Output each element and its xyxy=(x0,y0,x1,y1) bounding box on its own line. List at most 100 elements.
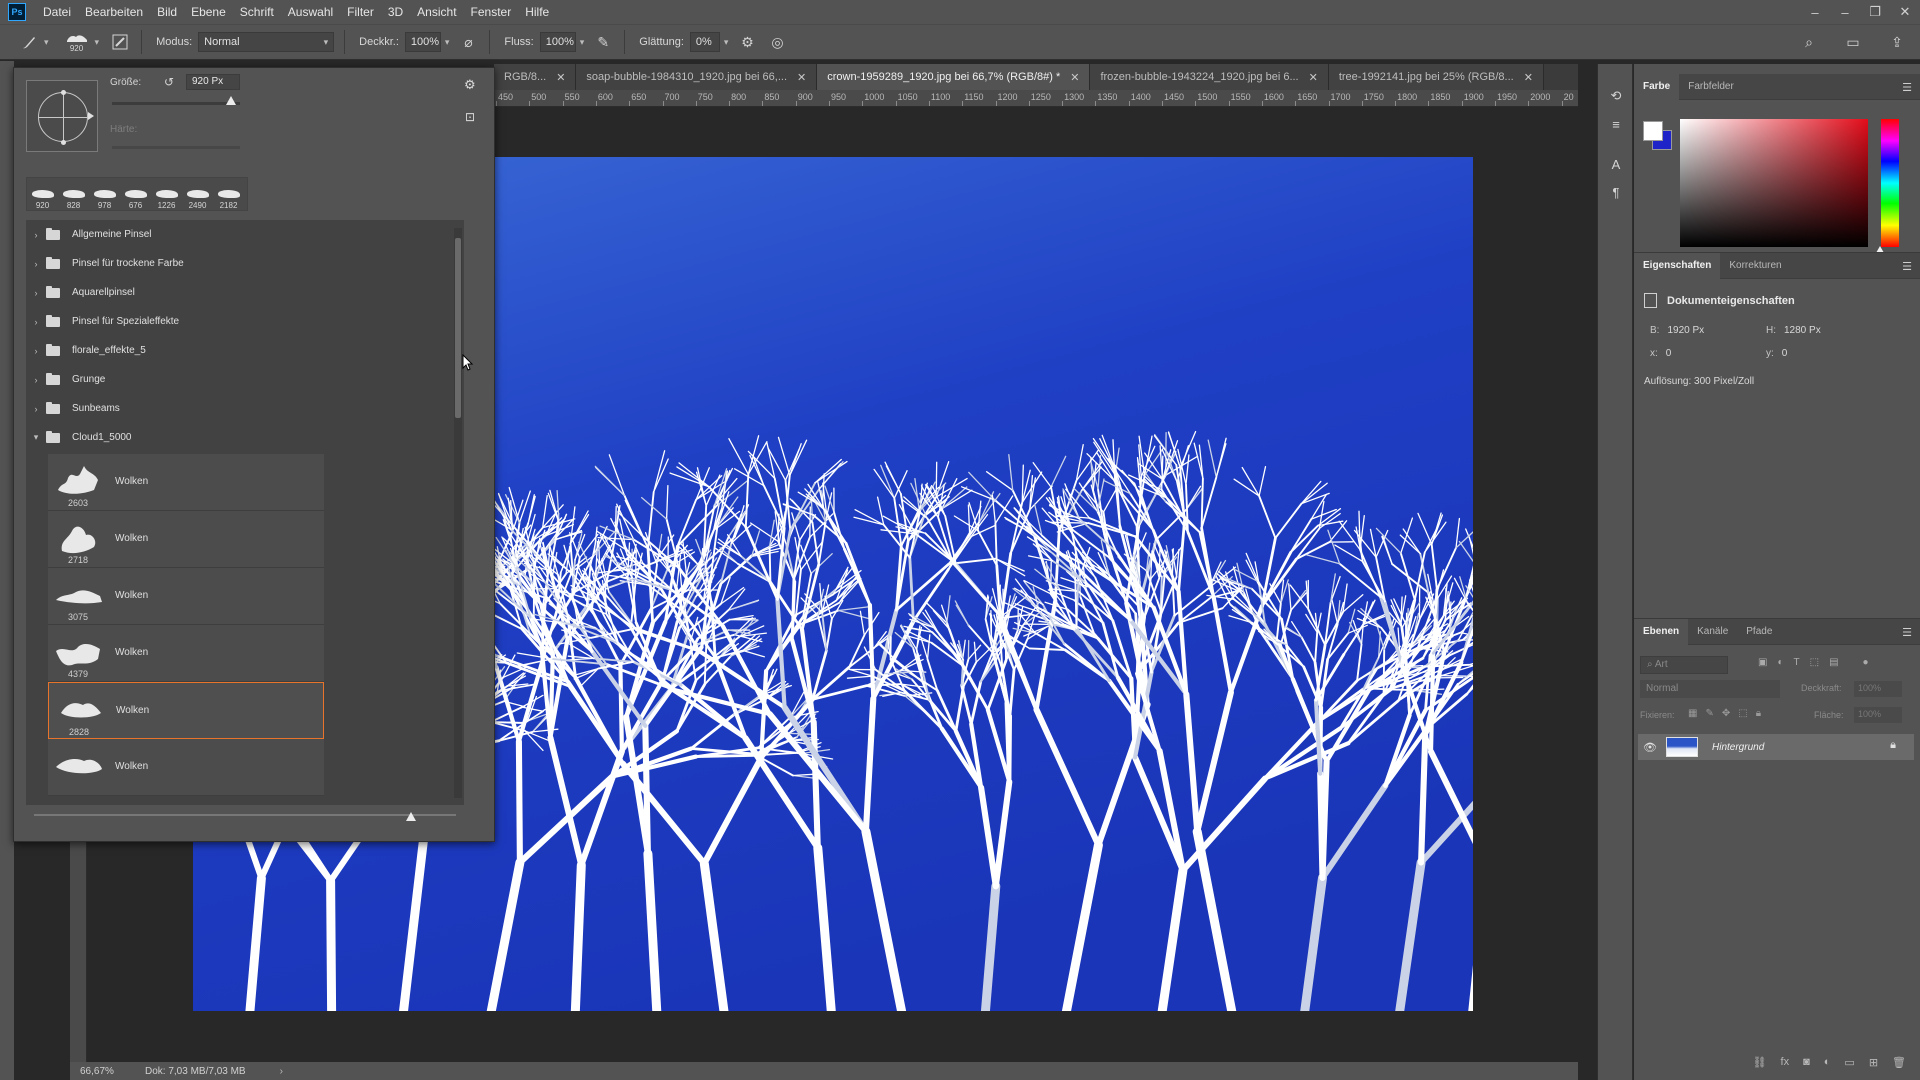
close-window-icon[interactable]: ✕ xyxy=(1890,0,1920,24)
roundness-handle[interactable] xyxy=(61,140,66,145)
recent-brush[interactable]: 978 xyxy=(89,178,120,210)
menu-hilfe[interactable]: Hilfe xyxy=(518,0,556,24)
layer-mask-icon[interactable]: ◙ xyxy=(1803,1056,1810,1068)
layer-style-icon[interactable]: fx xyxy=(1781,1056,1790,1068)
scrollbar[interactable] xyxy=(454,228,462,798)
preview-size-slider-handle[interactable] xyxy=(406,812,416,821)
close-icon[interactable]: ✕ xyxy=(556,71,565,84)
mode-select[interactable]: Normal ▾ xyxy=(198,32,335,52)
tab-ebenen[interactable]: Ebenen xyxy=(1634,618,1689,645)
lock-position-icon[interactable]: ✥ xyxy=(1722,708,1730,719)
menu-schrift[interactable]: Schrift xyxy=(233,0,281,24)
lock-all-icon[interactable]: 🔒︎ xyxy=(1756,708,1761,719)
tab-farbfelder[interactable]: Farbfelder xyxy=(1679,74,1743,100)
width-value[interactable]: 1920 Px xyxy=(1667,325,1704,336)
brush-tool-icon[interactable] xyxy=(18,31,40,53)
menu-filter[interactable]: Filter xyxy=(340,0,381,24)
recent-brush[interactable]: 2490 xyxy=(182,178,213,210)
smart-object-filter-icon[interactable]: ▤ xyxy=(1829,657,1838,668)
pressure-size-icon[interactable]: ◎ xyxy=(766,31,788,53)
brush-preset-item[interactable]: 4379 Wolken xyxy=(48,625,324,682)
scrollbar-thumb[interactable] xyxy=(455,238,461,418)
type-filter-icon[interactable]: T xyxy=(1794,657,1800,668)
close-icon[interactable]: ✕ xyxy=(797,71,806,84)
menu-bild[interactable]: Bild xyxy=(150,0,184,24)
preview-size-slider-track[interactable] xyxy=(34,814,456,816)
workspace-icon[interactable]: ▭ xyxy=(1842,31,1864,53)
search-icon[interactable]: ⌕ xyxy=(1798,31,1820,53)
chevron-down-icon[interactable]: ▾ xyxy=(26,432,46,443)
menu-ebene[interactable]: Ebene xyxy=(184,0,233,24)
shape-filter-icon[interactable]: ⬚ xyxy=(1810,657,1819,668)
panel-menu-icon[interactable]: ☰ xyxy=(1902,81,1912,94)
brush-group[interactable]: › Sunbeams xyxy=(26,394,464,423)
gear-icon[interactable]: ⚙ xyxy=(464,77,476,93)
filter-toggle-icon[interactable]: ● xyxy=(1863,657,1869,668)
airbrush-icon[interactable]: ✎ xyxy=(592,31,614,53)
chevron-down-icon[interactable]: ▾ xyxy=(580,37,585,48)
layer-name[interactable]: Hintergrund xyxy=(1712,742,1764,753)
pixel-filter-icon[interactable]: ▣ xyxy=(1758,657,1767,668)
gear-icon[interactable]: ⚙ xyxy=(736,31,758,53)
color-picker-field[interactable] xyxy=(1680,119,1868,247)
minimize-icon[interactable]: – xyxy=(1830,0,1860,24)
hue-slider[interactable] xyxy=(1881,119,1899,247)
chevron-down-icon[interactable]: ▾ xyxy=(724,37,729,48)
restore-icon[interactable]: ❐ xyxy=(1860,0,1890,24)
link-layers-icon[interactable]: ⛓ xyxy=(1753,1056,1767,1069)
chevron-down-icon[interactable]: ▾ xyxy=(445,37,450,48)
collapse-icon[interactable]: – xyxy=(1800,0,1830,24)
adjustment-filter-icon[interactable]: ◐ xyxy=(1777,657,1783,668)
chevron-right-icon[interactable]: › xyxy=(26,346,46,356)
y-value[interactable]: 0 xyxy=(1782,348,1788,359)
brush-preset-item[interactable]: 2828 Wolken xyxy=(48,682,324,739)
height-value[interactable]: 1280 Px xyxy=(1784,325,1821,336)
adjustments-icon[interactable]: ≡ xyxy=(1598,110,1634,138)
brush-settings-panel-icon[interactable] xyxy=(109,31,131,53)
adjustment-layer-icon[interactable]: ◐ xyxy=(1824,1056,1831,1068)
chevron-right-icon[interactable]: › xyxy=(26,375,46,385)
layer-opacity-input[interactable]: 100% xyxy=(1854,681,1902,697)
share-icon[interactable]: ⇪ xyxy=(1886,31,1908,53)
brush-group[interactable]: ▾ Cloud1_5000 xyxy=(26,423,464,452)
new-preset-icon[interactable]: ⊡ xyxy=(465,110,475,124)
new-group-icon[interactable]: ▭ xyxy=(1844,1056,1854,1069)
smoothing-input[interactable]: 0% xyxy=(689,32,720,52)
brush-preset-item[interactable]: 2718 Wolken xyxy=(48,511,324,568)
menu-auswahl[interactable]: Auswahl xyxy=(281,0,340,24)
size-slider-track[interactable] xyxy=(112,102,240,105)
fill-input[interactable]: 100% xyxy=(1854,707,1902,723)
opacity-input[interactable]: 100% xyxy=(404,32,441,52)
zoom-level[interactable]: 66,67% xyxy=(70,1066,120,1077)
chevron-down-icon[interactable]: ▾ xyxy=(95,37,100,48)
brush-group[interactable]: › Pinsel für trockene Farbe xyxy=(26,249,464,278)
brush-preset-item[interactable]: 2603 Wolken xyxy=(48,454,324,511)
brush-group[interactable]: › Aquarellpinsel xyxy=(26,278,464,307)
brush-angle-preview[interactable] xyxy=(26,80,98,152)
history-icon[interactable]: ⟲ xyxy=(1598,82,1634,110)
menu-3d[interactable]: 3D xyxy=(381,0,410,24)
tab-eigenschaften[interactable]: Eigenschaften xyxy=(1634,252,1721,279)
menu-bearbeiten[interactable]: Bearbeiten xyxy=(78,0,150,24)
trash-icon[interactable]: 🗑︎ xyxy=(1892,1056,1906,1069)
tab-document-2[interactable]: soap-bubble-1984310_1920.jpg bei 66,... … xyxy=(576,64,818,90)
chevron-down-icon[interactable]: ▾ xyxy=(44,37,49,48)
close-icon[interactable]: ✕ xyxy=(1524,71,1533,84)
character-icon[interactable]: A xyxy=(1598,150,1634,178)
eye-icon[interactable]: 👁︎ xyxy=(1638,741,1662,754)
recent-brush[interactable]: 676 xyxy=(120,178,151,210)
paragraph-icon[interactable]: ¶ xyxy=(1598,178,1634,206)
chevron-right-icon[interactable]: › xyxy=(26,230,46,240)
tab-document-1[interactable]: RGB/8... ✕ xyxy=(494,64,577,90)
lock-transparency-icon[interactable]: ▦ xyxy=(1688,708,1697,719)
status-menu-arrow-icon[interactable]: › xyxy=(280,1066,283,1077)
layer-filter-select[interactable]: ⌕ Art xyxy=(1640,656,1728,674)
layer-row[interactable]: 👁︎ Hintergrund 🔒︎ xyxy=(1638,734,1914,760)
chevron-right-icon[interactable]: › xyxy=(26,317,46,327)
chevron-right-icon[interactable]: › xyxy=(26,259,46,269)
brush-group[interactable]: › Allgemeine Pinsel xyxy=(26,220,464,249)
tab-farbe[interactable]: Farbe xyxy=(1634,73,1680,100)
lock-artboard-icon[interactable]: ⬚ xyxy=(1738,708,1747,719)
recent-brush[interactable]: 920 xyxy=(27,178,58,210)
lock-pixels-icon[interactable]: ✎ xyxy=(1705,708,1713,719)
